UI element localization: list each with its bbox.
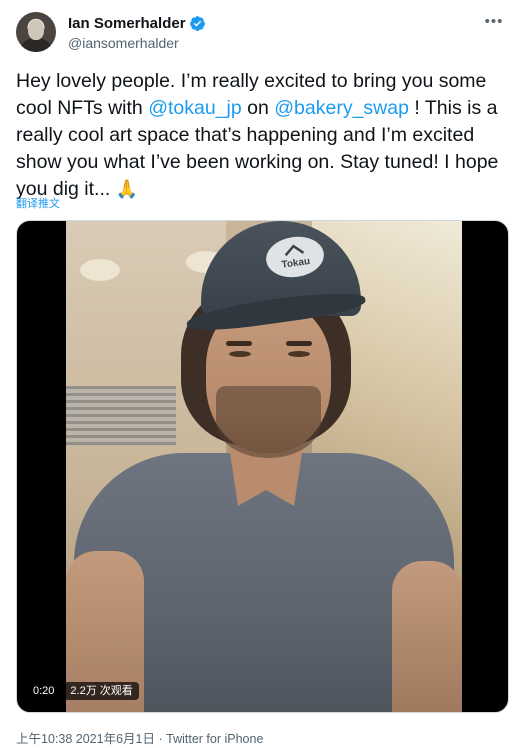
tweet-text-part: on	[241, 97, 275, 119]
video-meta-overlay: 0:20 2.2万 次观看	[27, 682, 139, 700]
avatar-figure-face	[28, 20, 44, 40]
tweet-header: Ian Somerhalder @iansomerhalder •••	[16, 12, 506, 60]
background-vent	[66, 386, 176, 446]
meta-separator: ·	[158, 732, 163, 746]
person-brow	[226, 341, 252, 346]
author-name-row: Ian Somerhalder	[68, 15, 206, 32]
tweet-meta-line: 上午10:38 2021年6月1日 · Twitter for iPhone	[16, 728, 263, 747]
cap-logo-text: Tokau	[281, 256, 311, 271]
cap-logo-patch: Tokau	[263, 233, 327, 281]
video-view-count: 2.2万 次观看	[64, 682, 139, 700]
mention-link-tokau[interactable]: @tokau_jp	[148, 97, 242, 119]
tweet-source[interactable]: Twitter for iPhone	[166, 732, 263, 746]
person-brow	[286, 341, 312, 346]
ceiling-light	[80, 259, 120, 281]
tweet-body: Hey lovely people. I’m really excited to…	[16, 68, 506, 203]
translate-tweet-link[interactable]: 翻译推文	[16, 195, 60, 211]
video-duration: 0:20	[27, 682, 61, 700]
author-display-name[interactable]: Ian Somerhalder	[68, 15, 186, 32]
folded-hands-emoji: 🙏	[115, 179, 139, 199]
tweet-date[interactable]: 2021年6月1日	[76, 732, 155, 746]
person-eye	[288, 351, 310, 357]
cap-logo: Tokau	[281, 244, 311, 271]
video-player[interactable]: Tokau 0:20 2.2万 次观看	[16, 220, 509, 713]
tweet-card: Ian Somerhalder @iansomerhalder ••• Hey …	[0, 0, 518, 748]
person-arm	[392, 561, 462, 712]
video-frame[interactable]: Tokau	[66, 221, 462, 712]
person-eye	[229, 351, 251, 357]
mention-link-bakery-swap[interactable]: @bakery_swap	[274, 97, 409, 119]
avatar-figure-body	[21, 38, 51, 52]
more-dots-icon[interactable]: •••	[482, 14, 506, 36]
verified-badge-icon	[189, 16, 205, 31]
tweet-time[interactable]: 上午10:38	[16, 732, 72, 746]
author-avatar[interactable]	[16, 12, 56, 52]
person-beard	[216, 386, 321, 458]
author-handle[interactable]: @iansomerhalder	[68, 35, 179, 51]
